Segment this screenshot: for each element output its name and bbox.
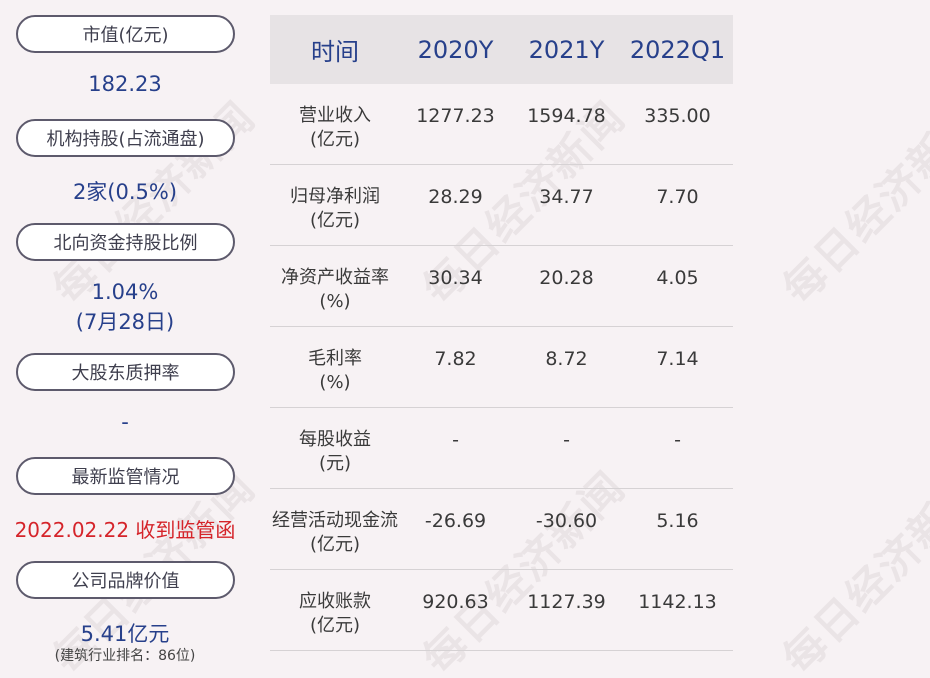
regulation-label: 最新监管情况: [16, 457, 235, 495]
header-period: 时间: [270, 15, 400, 84]
table-cell: 4.05: [622, 245, 733, 327]
institution-holding-value: 2家(0.5%): [72, 180, 178, 204]
pledge-value: -: [121, 410, 129, 434]
table-cell: 7.70: [622, 164, 733, 246]
header-2021y: 2021Y: [511, 15, 622, 84]
row-label: 净资产收益率 (%): [270, 245, 400, 327]
table-cell: 7.82: [400, 326, 511, 408]
table-row: 应收账款 (亿元) 920.63 1127.39 1142.13: [270, 569, 733, 651]
regulation-value: 2022.02.22 收到监管函: [14, 518, 236, 542]
table-cell: -: [622, 407, 733, 489]
table-row: 每股收益 (元) - - -: [270, 407, 733, 489]
table-cell: 920.63: [400, 569, 511, 651]
table-cell: -: [511, 407, 622, 489]
table-row: 毛利率 (%) 7.82 8.72 7.14: [270, 326, 733, 408]
row-label: 营业收入 (亿元): [270, 84, 400, 165]
institution-holding-label: 机构持股(占流通盘): [16, 119, 235, 157]
watermark: 每日经济新闻: [773, 461, 930, 678]
table-cell: 1277.23: [400, 84, 511, 165]
table-cell: 1594.78: [511, 84, 622, 165]
table-row: 净资产收益率 (%) 30.34 20.28 4.05: [270, 245, 733, 327]
pledge-label: 大股东质押率: [16, 353, 235, 391]
table-cell: 1127.39: [511, 569, 622, 651]
row-label: 经营活动现金流 (亿元): [270, 488, 400, 570]
row-label: 应收账款 (亿元): [270, 569, 400, 651]
financial-table: 时间 2020Y 2021Y 2022Q1 营业收入 (亿元) 1277.23 1…: [270, 15, 733, 651]
table-cell: -26.69: [400, 488, 511, 570]
table-row: 归母净利润 (亿元) 28.29 34.77 7.70: [270, 164, 733, 246]
brand-rank-note: (建筑行业排名：86位): [54, 648, 196, 664]
table-cell: 7.14: [622, 326, 733, 408]
table-cell: 30.34: [400, 245, 511, 327]
row-label: 毛利率 (%): [270, 326, 400, 408]
brand-value-label: 公司品牌价值: [16, 561, 235, 599]
table-cell: 5.16: [622, 488, 733, 570]
table-cell: 335.00: [622, 84, 733, 165]
header-2022q1: 2022Q1: [622, 15, 733, 84]
brand-value: 5.41亿元: [80, 622, 170, 646]
table-row: 营业收入 (亿元) 1277.23 1594.78 335.00: [270, 84, 733, 165]
market-cap-value: 182.23: [88, 72, 162, 96]
northbound-value: 1.04%: [91, 280, 159, 304]
northbound-date: (7月28日): [75, 310, 175, 334]
table-cell: -: [400, 407, 511, 489]
table-cell: 1142.13: [622, 569, 733, 651]
table-header-row: 时间 2020Y 2021Y 2022Q1: [270, 15, 733, 84]
table-row: 经营活动现金流 (亿元) -26.69 -30.60 5.16: [270, 488, 733, 570]
table-cell: 28.29: [400, 164, 511, 246]
table-cell: -30.60: [511, 488, 622, 570]
table-cell: 8.72: [511, 326, 622, 408]
market-cap-label: 市值(亿元): [16, 15, 235, 53]
watermark: 每日经济新闻: [773, 91, 930, 314]
row-label: 每股收益 (元): [270, 407, 400, 489]
northbound-label: 北向资金持股比例: [16, 223, 235, 261]
table-cell: 20.28: [511, 245, 622, 327]
table-cell: 34.77: [511, 164, 622, 246]
row-label: 归母净利润 (亿元): [270, 164, 400, 246]
header-2020y: 2020Y: [400, 15, 511, 84]
